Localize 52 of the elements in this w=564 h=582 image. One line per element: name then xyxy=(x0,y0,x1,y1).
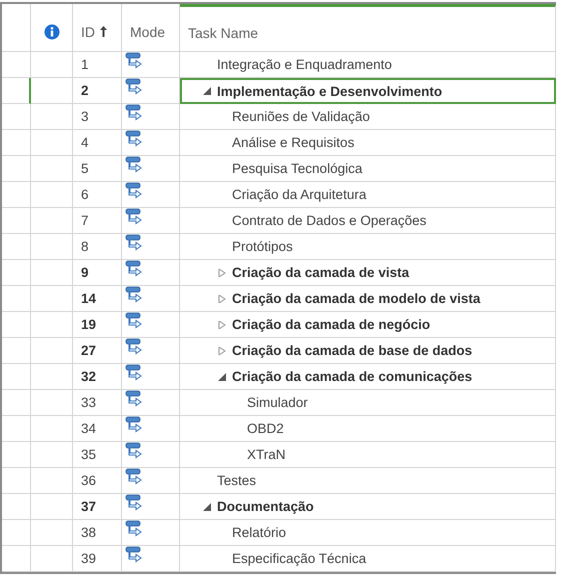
task-id: 32 xyxy=(81,369,96,384)
task-id: 37 xyxy=(81,499,96,514)
task-name: Criação da camada de negócio xyxy=(232,317,430,332)
task-id: 33 xyxy=(81,395,96,410)
task-id: 39 xyxy=(81,551,96,566)
task-id: 34 xyxy=(81,421,96,436)
task-name: Especificação Técnica xyxy=(232,551,366,566)
task-id: 36 xyxy=(81,473,96,488)
task-name: Contrato de Dados e Operações xyxy=(232,213,426,228)
task-name: Simulador xyxy=(247,395,308,410)
task-name: OBD2 xyxy=(247,421,284,436)
task-name: Criação da camada de modelo de vista xyxy=(232,291,480,306)
task-name: Protótipos xyxy=(232,239,293,254)
task-id: 6 xyxy=(81,187,89,202)
task-id: 5 xyxy=(81,161,89,176)
task-name: Criação da Arquitetura xyxy=(232,187,366,202)
task-name: Testes xyxy=(217,473,256,488)
expand-icon[interactable] xyxy=(218,320,226,328)
collapse-icon[interactable] xyxy=(218,372,226,380)
column-header[interactable]: Mode xyxy=(130,24,166,40)
task-name: Pesquisa Tecnológica xyxy=(232,161,362,176)
row-header[interactable] xyxy=(2,78,31,104)
info-icon xyxy=(44,24,60,40)
expand-icon[interactable] xyxy=(218,294,226,302)
task-name: Criação da camada de comunicações xyxy=(232,369,472,384)
task-name: Implementação e Desenvolvimento xyxy=(217,84,442,98)
task-id: 3 xyxy=(81,109,89,124)
task-name: Documentação xyxy=(217,499,314,514)
task-id: 8 xyxy=(81,239,89,254)
task-name: Reuniões de Validação xyxy=(232,109,370,124)
task-name: Análise e Requisitos xyxy=(232,135,354,150)
task-id: 4 xyxy=(81,135,89,150)
task-id: 19 xyxy=(81,317,96,332)
task-id: 9 xyxy=(81,265,89,280)
task-id: 14 xyxy=(81,291,96,306)
task-name: Integração e Enquadramento xyxy=(217,57,392,72)
task-id: 27 xyxy=(81,343,96,358)
task-name: Relatório xyxy=(232,525,286,540)
expand-icon[interactable] xyxy=(218,346,226,354)
task-id: 7 xyxy=(81,213,89,228)
task-id: 1 xyxy=(81,57,89,72)
expand-icon[interactable] xyxy=(218,268,226,276)
collapse-icon[interactable] xyxy=(203,502,211,510)
task-id: 35 xyxy=(81,447,96,462)
collapse-icon[interactable] xyxy=(203,87,211,95)
column-header[interactable]: ID xyxy=(81,24,95,40)
task-name: Criação da camada de vista xyxy=(232,265,410,280)
task-id: 2 xyxy=(81,83,89,98)
column-header[interactable]: Task Name xyxy=(188,25,258,41)
task-name: Criação da camada de base de dados xyxy=(232,343,472,358)
task-name: XTraN xyxy=(247,447,286,462)
task-id: 38 xyxy=(81,525,96,540)
